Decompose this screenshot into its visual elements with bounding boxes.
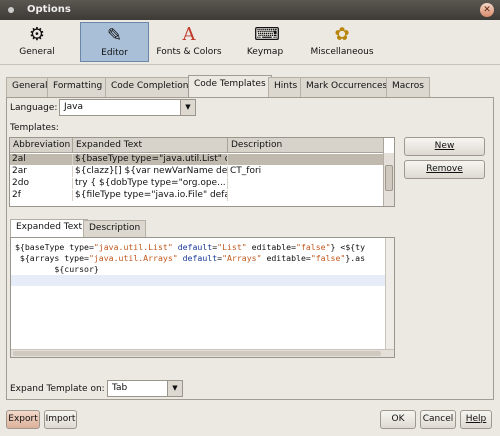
expand-on-value: Tab bbox=[112, 383, 128, 393]
expand-on-label: Expand Template on: bbox=[10, 384, 105, 394]
cancel-button-label: Cancel bbox=[422, 414, 454, 424]
new-button-label: New bbox=[434, 141, 455, 151]
templates-label: Templates: bbox=[10, 123, 59, 133]
miscellaneous-icon: ✿ bbox=[334, 24, 350, 45]
category-editor[interactable]: ✎ Editor bbox=[80, 22, 149, 62]
expand-on-select[interactable]: Tab ▼ bbox=[107, 380, 183, 397]
keymap-icon: ⌨ bbox=[254, 24, 280, 45]
column-header-abbreviation[interactable]: Abbreviation bbox=[10, 138, 73, 153]
table-row[interactable]: 2do try { ${dobType type="org.ope... bbox=[10, 178, 384, 189]
language-select[interactable]: Java ▼ bbox=[59, 99, 196, 116]
expanded-text-cell: ${baseType type="java.util.List" d... bbox=[75, 154, 228, 165]
tab-formatting[interactable]: Formatting bbox=[47, 77, 109, 97]
title-bar: Options ✕ bbox=[0, 0, 500, 20]
description-cell: CT_fori bbox=[228, 166, 384, 177]
category-fonts-colors[interactable]: A Fonts & Colors bbox=[152, 22, 226, 62]
expanded-text-cell: ${fileType type="java.io.File" defa... bbox=[75, 190, 228, 201]
current-line-highlight bbox=[11, 275, 394, 286]
code-line-2: ${arrays type="java.util.Arrays" default… bbox=[15, 253, 366, 263]
ok-button-label: OK bbox=[391, 414, 405, 424]
abbreviation-cell: 2ar bbox=[10, 166, 73, 177]
new-button[interactable]: New bbox=[404, 137, 485, 156]
tab-hints[interactable]: Hints bbox=[268, 77, 304, 97]
table-row[interactable]: 2al ${baseType type="java.util.List" d..… bbox=[10, 154, 384, 165]
help-button-label: Help bbox=[465, 414, 487, 424]
abbreviation-cell: 2al bbox=[10, 154, 73, 165]
divider bbox=[0, 64, 500, 65]
category-miscellaneous[interactable]: ✿ Miscellaneous bbox=[306, 22, 378, 62]
scrollbar-thumb[interactable] bbox=[13, 351, 381, 356]
category-label: General bbox=[19, 47, 55, 57]
editor-vertical-scrollbar[interactable] bbox=[385, 238, 394, 350]
export-button-label: Export bbox=[8, 414, 38, 424]
code-line-1: ${baseType type="java.util.List" default… bbox=[15, 242, 366, 252]
window-menu-icon[interactable] bbox=[8, 7, 14, 13]
abbreviation-cell: 2do bbox=[10, 178, 73, 189]
import-button-label: Import bbox=[45, 414, 76, 424]
category-general[interactable]: ⚙ General bbox=[10, 22, 64, 62]
templates-scrollbar[interactable] bbox=[383, 153, 394, 206]
tab-macros[interactable]: Macros bbox=[386, 77, 430, 97]
editor-icon: ✎ bbox=[106, 25, 123, 46]
window-title: Options bbox=[27, 4, 71, 15]
chevron-down-icon: ▼ bbox=[167, 381, 182, 396]
templates-table: Abbreviation Expanded Text Description 2… bbox=[9, 137, 395, 207]
table-row[interactable]: 2f ${fileType type="java.io.File" defa..… bbox=[10, 190, 384, 201]
tab-mark-occurrences[interactable]: Mark Occurrences bbox=[300, 77, 394, 97]
abbreviation-cell: 2f bbox=[10, 190, 73, 201]
chevron-down-icon: ▼ bbox=[180, 100, 195, 115]
column-header-description[interactable]: Description bbox=[228, 138, 384, 153]
tab-expanded-text[interactable]: Expanded Text bbox=[10, 219, 88, 237]
tab-code-templates[interactable]: Code Templates bbox=[188, 75, 272, 97]
table-row[interactable]: 2ar ${clazz}[] ${var newVarName de... CT… bbox=[10, 166, 384, 177]
cancel-button[interactable]: Cancel bbox=[420, 410, 456, 429]
expanded-text-cell: ${clazz}[] ${var newVarName de... bbox=[75, 166, 228, 177]
category-label: Fonts & Colors bbox=[156, 47, 222, 57]
expanded-text-cell: try { ${dobType type="org.ope... bbox=[73, 178, 228, 189]
code-line-3: ${cursor} bbox=[15, 264, 99, 274]
wrench-gears-icon: ⚙ bbox=[28, 24, 46, 45]
category-label: Miscellaneous bbox=[310, 47, 374, 57]
help-button[interactable]: Help bbox=[460, 410, 492, 429]
scrollbar-thumb[interactable] bbox=[385, 165, 393, 191]
remove-button-label: Remove bbox=[426, 164, 463, 174]
language-label: Language: bbox=[10, 103, 58, 113]
ok-button[interactable]: OK bbox=[380, 410, 416, 429]
category-label: Keymap bbox=[246, 47, 284, 57]
tab-code-completion[interactable]: Code Completion bbox=[105, 77, 195, 97]
description-cell bbox=[228, 178, 384, 189]
column-header-expanded-text[interactable]: Expanded Text bbox=[73, 138, 228, 153]
category-label: Editor bbox=[101, 48, 128, 58]
editor-horizontal-scrollbar[interactable] bbox=[11, 349, 394, 357]
fonts-colors-icon: A bbox=[182, 24, 196, 45]
close-icon[interactable]: ✕ bbox=[480, 3, 494, 17]
description-cell bbox=[228, 154, 384, 165]
expanded-text-editor[interactable]: ${baseType type="java.util.List" default… bbox=[10, 237, 395, 358]
description-cell bbox=[228, 190, 384, 201]
category-keymap[interactable]: ⌨ Keymap bbox=[240, 22, 290, 62]
language-value: Java bbox=[64, 102, 84, 112]
export-button[interactable]: Export bbox=[6, 410, 40, 429]
import-button[interactable]: Import bbox=[44, 410, 77, 429]
tab-description[interactable]: Description bbox=[83, 220, 147, 237]
remove-button[interactable]: Remove bbox=[404, 160, 485, 179]
category-bar: ⚙ General ✎ Editor A Fonts & Colors ⌨ Ke… bbox=[0, 20, 500, 64]
